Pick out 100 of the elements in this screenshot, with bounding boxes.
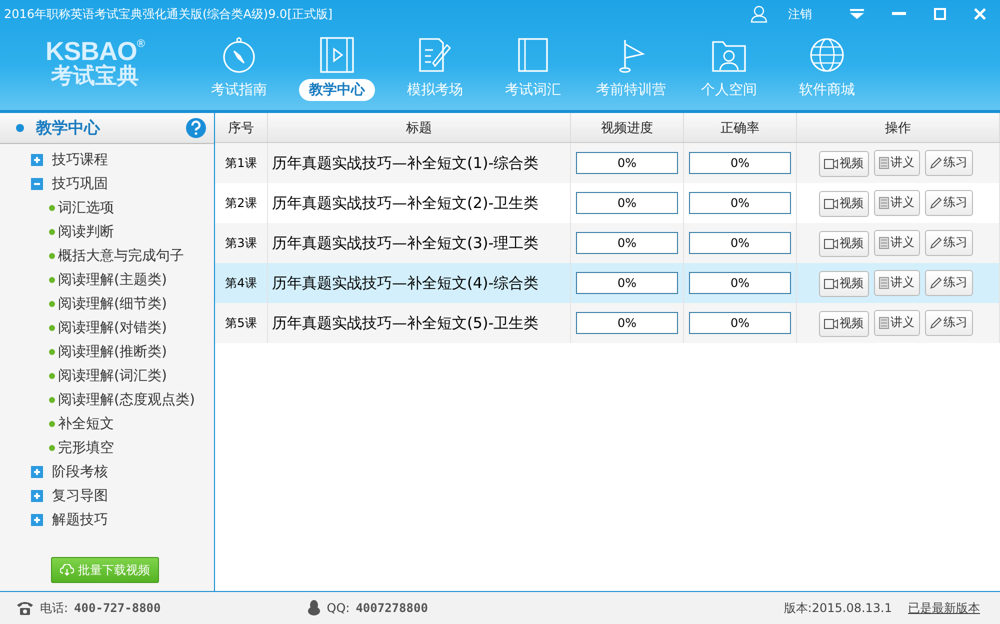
document-icon	[878, 196, 888, 208]
tree-item[interactable]: 阅读理解(态度观点类)	[58, 391, 195, 409]
practice-button[interactable]: 练习	[924, 270, 972, 296]
lesson-number: 第3课	[225, 236, 257, 250]
tree-item[interactable]: 补全短文	[58, 415, 114, 433]
tree-item[interactable]: 概括大意与完成句子	[58, 247, 184, 265]
video-icon[interactable]	[319, 36, 355, 74]
user-icon[interactable]	[750, 5, 768, 23]
practice-button[interactable]: 练习	[924, 190, 972, 216]
tree-item[interactable]: 技巧巩固	[52, 175, 108, 193]
tree-item[interactable]: 阅读理解(主题类)	[58, 271, 167, 289]
bullet-icon	[49, 277, 55, 283]
bullet-icon	[49, 445, 55, 451]
tree-item[interactable]: 词汇选项	[58, 199, 114, 217]
handout-button[interactable]: 讲义	[874, 190, 920, 216]
pencil-icon	[930, 196, 942, 208]
table-row[interactable]: 第5课 历年真题实战技巧—补全短文(5)-卫生类 0% 0% 视频 讲义 练习	[215, 303, 1000, 343]
bullet-icon	[49, 229, 55, 235]
video-button[interactable]: 视频	[818, 150, 868, 176]
document-icon	[878, 236, 888, 248]
bullet-icon	[49, 253, 55, 259]
camera-icon	[824, 278, 838, 288]
pencil-icon	[930, 236, 942, 248]
column-header: 视频进度	[570, 113, 684, 142]
handout-button[interactable]: 讲义	[874, 270, 920, 296]
tree-item[interactable]: 阅读理解(推断类)	[58, 343, 167, 361]
column-header: 正确率	[684, 113, 796, 142]
video-button[interactable]: 视频	[818, 230, 868, 256]
table-row[interactable]: 第4课 历年真题实战技巧—补全短文(4)-综合类 0% 0% 视频 讲义 练习	[215, 263, 1000, 303]
table-row[interactable]: 第1课 历年真题实战技巧—补全短文(1)-综合类 0% 0% 视频 讲义 练习	[215, 142, 1000, 183]
document-icon	[878, 156, 888, 168]
collapse-icon[interactable]	[31, 178, 43, 190]
lesson-title: 历年真题实战技巧—补全短文(5)-卫生类	[272, 314, 539, 332]
practice-button[interactable]: 练习	[924, 230, 972, 256]
camera-icon	[824, 318, 838, 328]
expand-icon[interactable]	[31, 154, 43, 166]
book-icon[interactable]	[515, 36, 551, 74]
progress-bar: 0%	[689, 272, 791, 294]
document-icon	[878, 316, 888, 328]
column-header: 序号	[215, 113, 268, 142]
video-button[interactable]: 视频	[818, 310, 868, 336]
pencil-icon	[930, 276, 942, 288]
tree-item[interactable]: 阅读理解(词汇类)	[58, 367, 167, 385]
bullet-icon	[49, 421, 55, 427]
document-pencil-icon[interactable]	[417, 36, 453, 74]
tree-item[interactable]: 阅读理解(细节类)	[58, 295, 167, 313]
tree-item[interactable]: 阅读理解(对错类)	[58, 319, 167, 337]
registered-mark: ®	[136, 38, 144, 50]
progress-bar: 0%	[576, 152, 678, 174]
tree-item[interactable]: 阶段考核	[52, 463, 108, 481]
bullet-icon	[49, 373, 55, 379]
nav-tab[interactable]: 教学中心	[299, 79, 375, 101]
bullet-icon	[49, 325, 55, 331]
tree-item[interactable]: 完形填空	[58, 439, 114, 457]
globe-icon[interactable]	[809, 36, 845, 74]
progress-bar: 0%	[689, 192, 791, 214]
dropdown-icon[interactable]	[850, 9, 864, 19]
practice-button[interactable]: 练习	[924, 150, 972, 176]
expand-icon[interactable]	[31, 466, 43, 478]
window-title: 2016年职称英语考试宝典强化通关版(综合类A级)9.0[正式版]	[4, 6, 333, 22]
lesson-title: 历年真题实战技巧—补全短文(1)-综合类	[272, 154, 539, 172]
lesson-number: 第5课	[225, 316, 257, 330]
progress-bar: 0%	[689, 232, 791, 254]
expand-icon[interactable]	[31, 490, 43, 502]
handout-button[interactable]: 讲义	[874, 150, 920, 176]
lesson-number: 第2课	[225, 196, 257, 210]
table-row[interactable]: 第2课 历年真题实战技巧—补全短文(2)-卫生类 0% 0% 视频 讲义 练习	[215, 183, 1000, 223]
sidebar-title: 教学中心	[36, 118, 102, 138]
progress-bar: 0%	[576, 272, 678, 294]
practice-button[interactable]: 练习	[924, 310, 972, 336]
progress-bar: 0%	[689, 152, 791, 174]
handout-button[interactable]: 讲义	[874, 230, 920, 256]
lesson-title: 历年真题实战技巧—补全短文(2)-卫生类	[272, 194, 539, 212]
lesson-title: 历年真题实战技巧—补全短文(4)-综合类	[272, 274, 539, 292]
column-header: 标题	[268, 113, 570, 142]
expand-icon[interactable]	[31, 514, 43, 526]
tree-item[interactable]: 解题技巧	[52, 511, 108, 529]
progress-bar: 0%	[576, 192, 678, 214]
cloud-download-icon	[60, 564, 74, 576]
help-icon[interactable]	[186, 118, 206, 138]
table-row[interactable]: 第3课 历年真题实战技巧—补全短文(3)-理工类 0% 0% 视频 讲义 练习	[215, 223, 1000, 263]
lesson-title: 历年真题实战技巧—补全短文(3)-理工类	[272, 234, 539, 252]
minimize-icon[interactable]	[892, 12, 906, 16]
compass-icon[interactable]	[221, 36, 257, 74]
phone-icon	[16, 600, 34, 616]
lesson-number: 第4课	[225, 276, 257, 290]
update-status-link[interactable]: 已是最新版本	[908, 600, 980, 616]
progress-bar: 0%	[576, 312, 678, 334]
handout-button[interactable]: 讲义	[874, 310, 920, 336]
pencil-icon	[930, 156, 942, 168]
tree-item[interactable]: 复习导图	[52, 487, 108, 505]
video-button[interactable]: 视频	[818, 190, 868, 216]
video-button[interactable]: 视频	[818, 270, 868, 296]
phone-number: 400-727-8800	[74, 601, 161, 615]
bullet-icon	[16, 124, 24, 132]
column-header: 操作	[796, 113, 1000, 142]
tree-item[interactable]: 阅读判断	[58, 223, 114, 241]
close-icon[interactable]	[974, 8, 986, 20]
maximize-icon[interactable]	[934, 8, 946, 20]
tree-item[interactable]: 技巧课程	[52, 151, 108, 169]
